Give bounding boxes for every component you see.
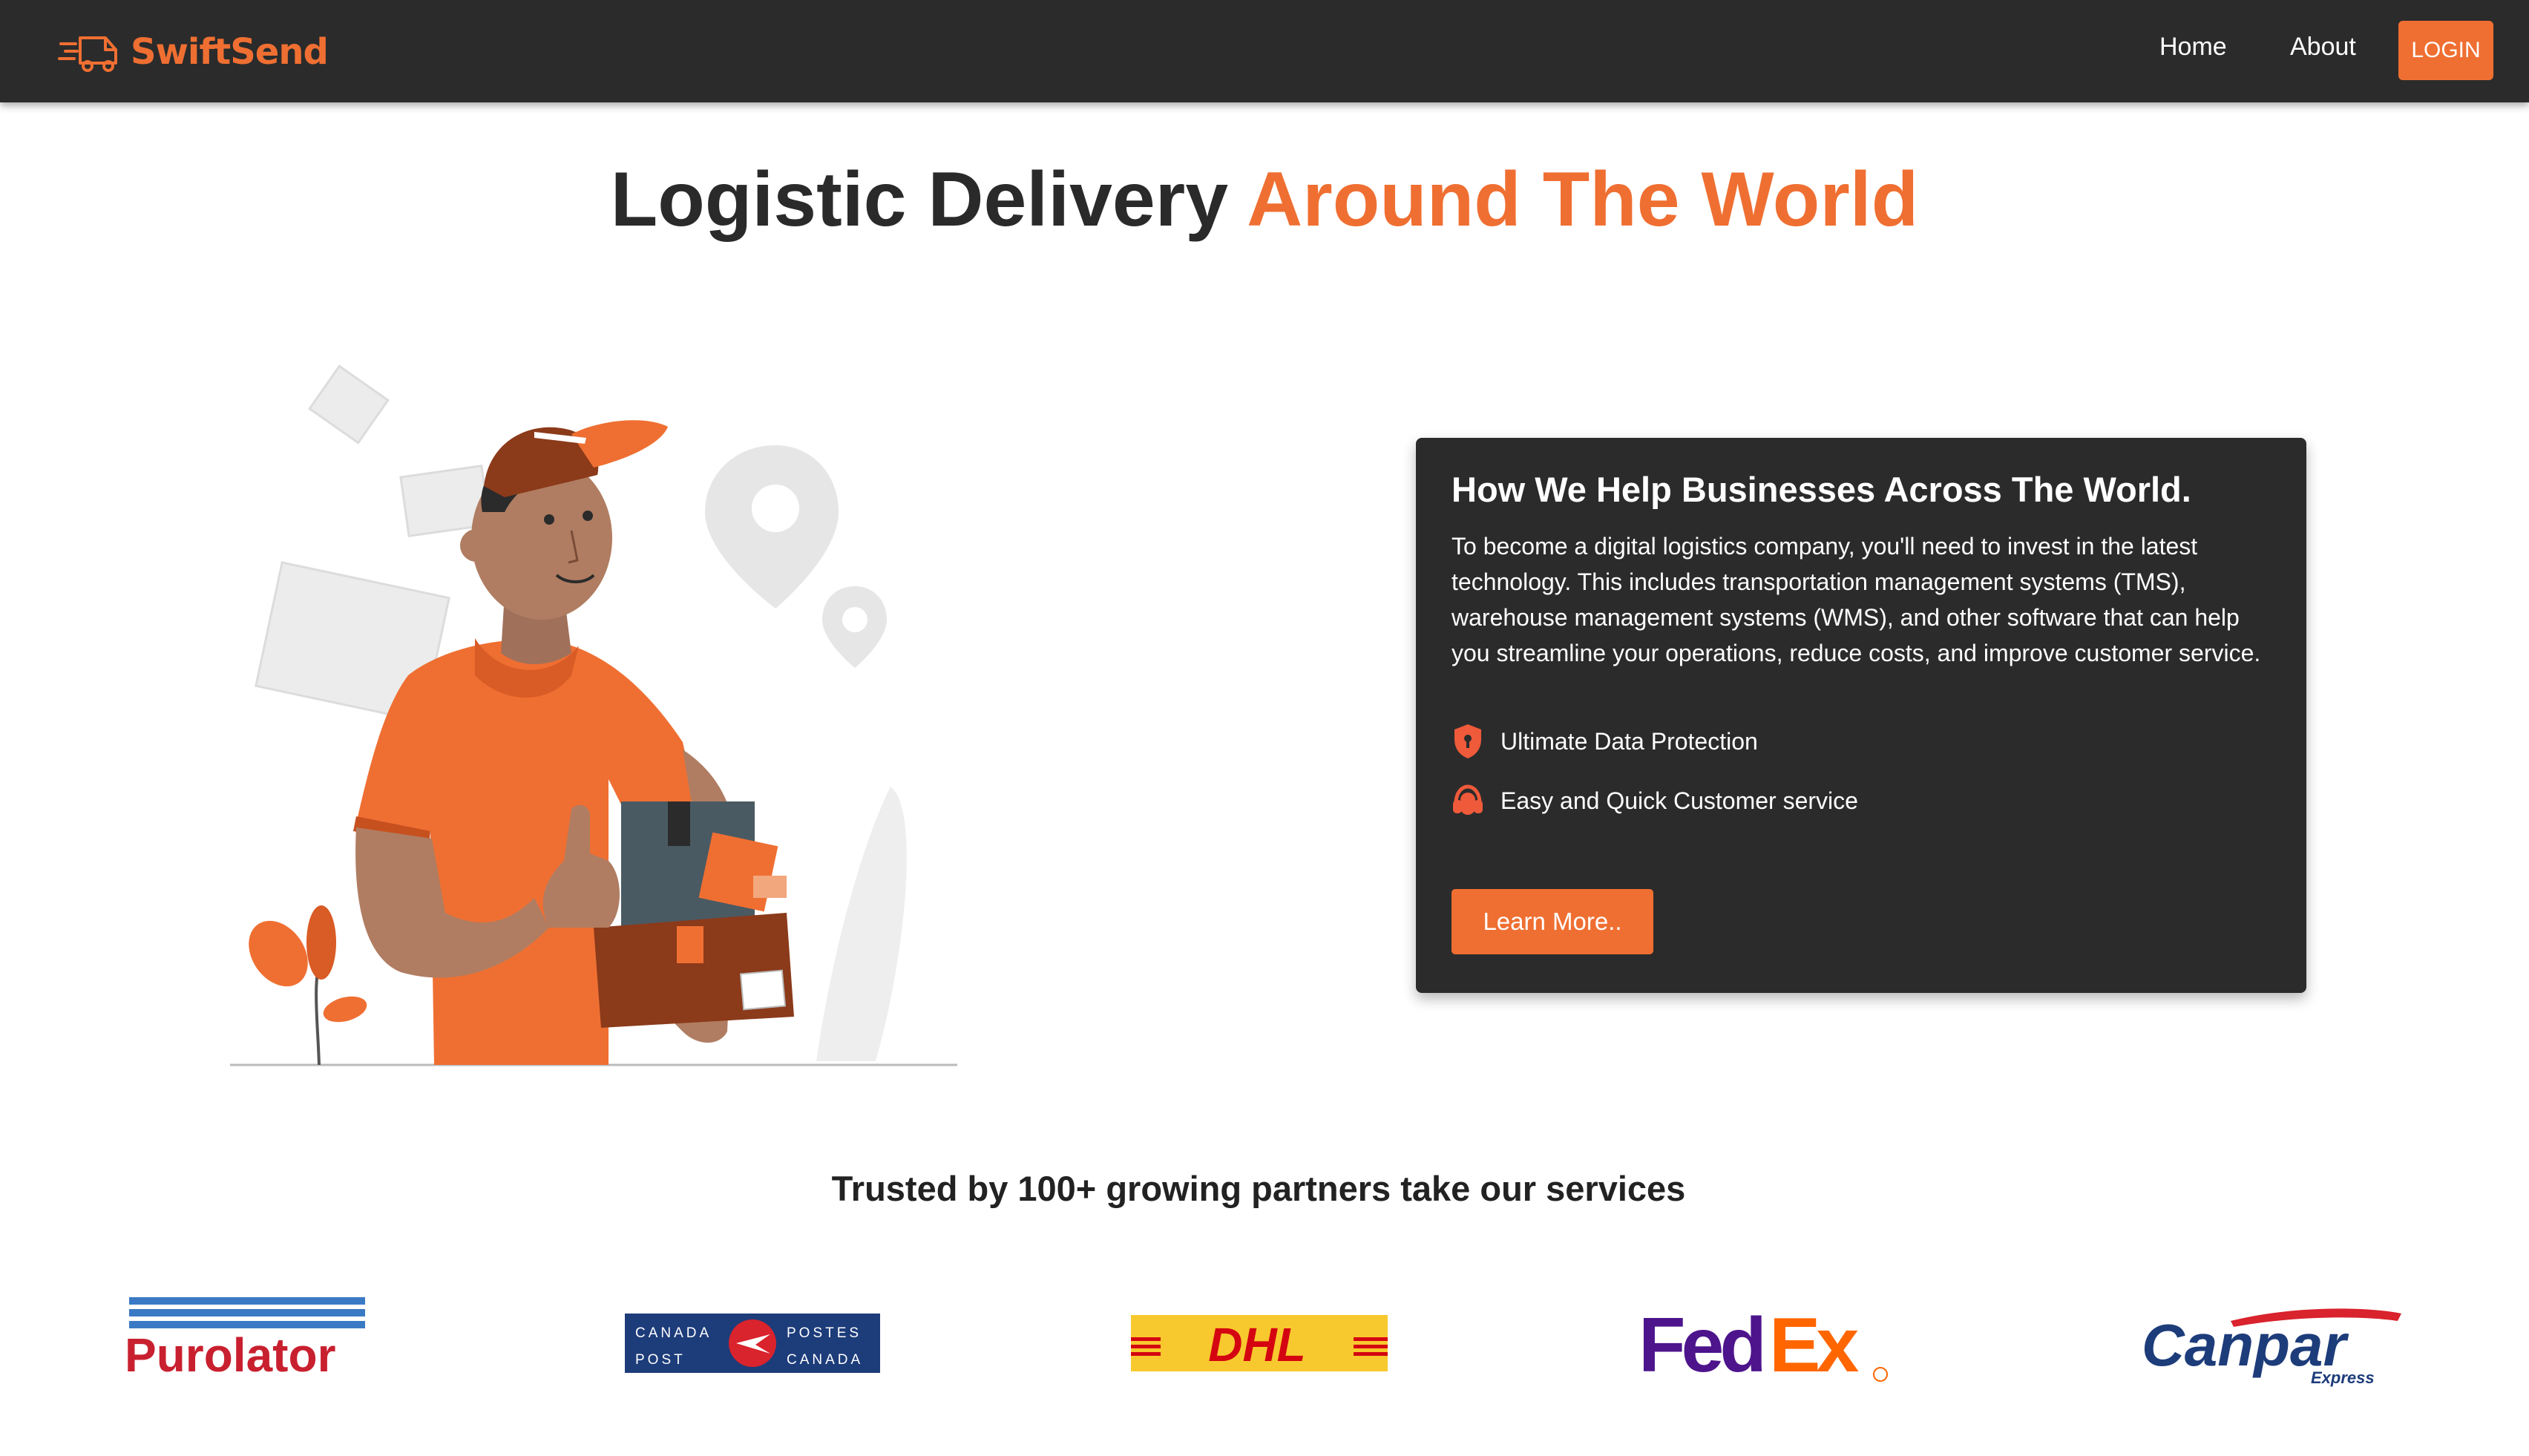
navbar: SwiftSend Home About LOGIN xyxy=(0,0,2529,102)
svg-text:POST: POST xyxy=(635,1352,686,1368)
page: SwiftSend Home About LOGIN Logistic Deli… xyxy=(0,0,2529,1456)
feature-data-protection: Ultimate Data Protection xyxy=(1452,723,1758,760)
nav-about-link[interactable]: About xyxy=(2290,33,2356,62)
brand-name: SwiftSend xyxy=(131,31,329,73)
login-button[interactable]: LOGIN xyxy=(2398,21,2493,80)
card-body: To become a digital logistics company, y… xyxy=(1452,533,2261,666)
feature-label: Ultimate Data Protection xyxy=(1500,727,1758,755)
info-card: How We Help Businesses Across The World.… xyxy=(1416,438,2306,993)
dhl-wordmark: DHL xyxy=(1208,1318,1306,1371)
svg-text:Ex: Ex xyxy=(1769,1302,1859,1388)
delivery-man-illustration xyxy=(230,364,957,1066)
delivery-truck-icon xyxy=(58,36,117,72)
canada-post-logo: CANADA POSTES POST CANADA xyxy=(625,1314,880,1373)
title-dark: Logistic Delivery xyxy=(610,157,1229,243)
feature-customer-service: Easy and Quick Customer service xyxy=(1452,782,1858,819)
title-accent: Around The World xyxy=(1247,157,1919,243)
svg-text:Express: Express xyxy=(2311,1368,2375,1387)
partners-heading: Trusted by 100+ growing partners take ou… xyxy=(831,1169,1686,1208)
canpar-logo: Canpar Express xyxy=(2142,1308,2401,1387)
dhl-logo: DHL xyxy=(1131,1315,1388,1371)
shield-icon xyxy=(1454,724,1481,758)
fedex-logo: Fed Ex xyxy=(1639,1302,1888,1388)
headset-icon xyxy=(1453,784,1483,815)
purolator-logo: Purolator xyxy=(125,1297,365,1382)
card-title: How We Help Businesses Across The World. xyxy=(1452,470,2191,509)
svg-text:CANADA: CANADA xyxy=(787,1352,863,1368)
learn-more-button[interactable]: Learn More.. xyxy=(1452,889,1653,954)
svg-text:Fed: Fed xyxy=(1639,1302,1762,1388)
svg-text:POSTES: POSTES xyxy=(787,1325,862,1341)
nav-home-link[interactable]: Home xyxy=(2159,33,2227,62)
brand-logo[interactable]: SwiftSend xyxy=(58,22,329,82)
purolator-wordmark: Purolator xyxy=(125,1328,335,1382)
feature-label: Easy and Quick Customer service xyxy=(1500,787,1858,814)
page-title: Logistic Delivery Around The World xyxy=(0,156,2529,244)
svg-text:CANADA: CANADA xyxy=(635,1325,712,1341)
